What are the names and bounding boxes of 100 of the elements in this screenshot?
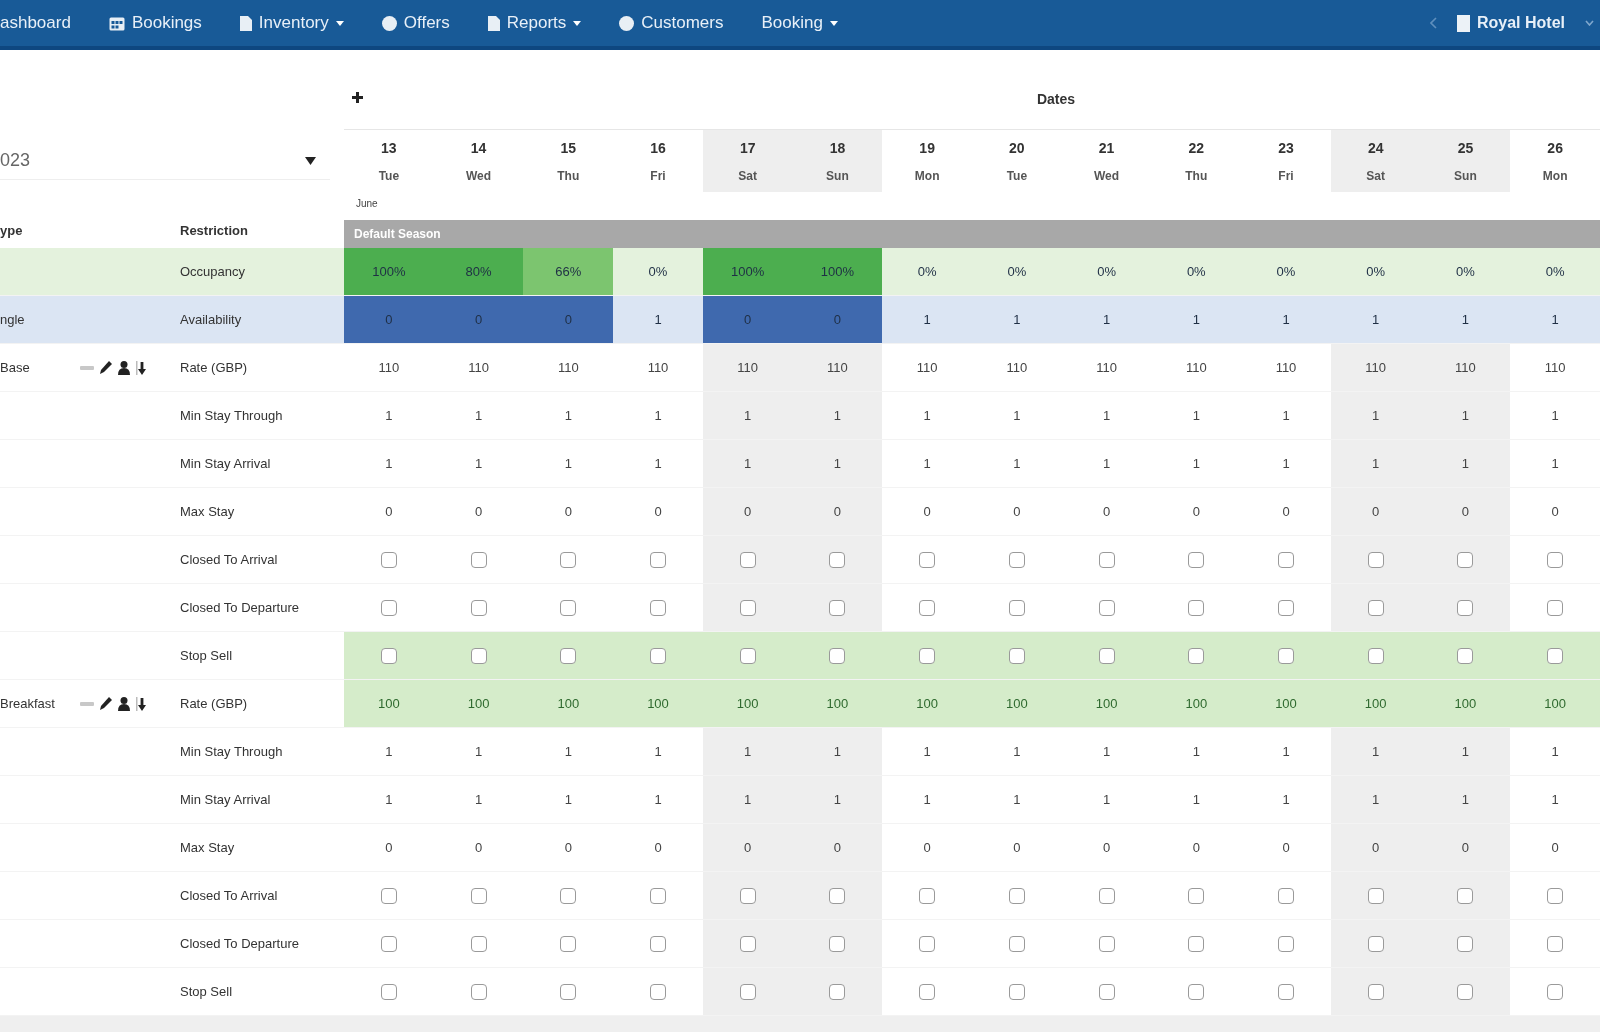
checkbox[interactable] [380,935,397,952]
plus-icon[interactable] [352,92,363,103]
checkbox[interactable] [650,887,666,904]
checkbox[interactable] [650,599,666,616]
checkbox[interactable] [1008,599,1025,616]
checkbox[interactable] [1367,551,1384,568]
checkbox[interactable] [1278,599,1294,616]
checkbox[interactable] [560,935,577,952]
checkbox[interactable] [1008,935,1025,952]
checkbox[interactable] [829,599,846,616]
checkbox[interactable] [470,647,487,664]
checkbox[interactable] [650,647,666,664]
nav-link[interactable]: Offers [381,10,450,36]
nav-link[interactable]: ashboard [0,10,71,36]
checkbox[interactable] [919,599,936,616]
checkbox[interactable] [829,983,846,1000]
checkbox[interactable] [1367,647,1384,664]
checkbox[interactable] [1457,935,1474,952]
checkbox[interactable] [560,647,577,664]
checkbox[interactable] [1098,647,1115,664]
select-field[interactable]: 023 [0,142,330,180]
checkbox[interactable] [380,647,397,664]
checkbox[interactable] [1008,551,1025,568]
checkbox[interactable] [829,551,846,568]
chevron-left-icon[interactable] [1430,17,1437,29]
checkbox[interactable] [560,551,577,568]
nav-link[interactable]: Bookings [108,10,202,36]
checkbox[interactable] [650,983,666,1000]
checkbox[interactable] [829,935,846,952]
checkbox[interactable] [829,887,846,904]
nav-link[interactable]: Reports [487,10,582,36]
checkbox[interactable] [1098,551,1115,568]
nav-link[interactable]: Booking [761,10,838,36]
checkbox[interactable] [560,887,577,904]
checkbox[interactable] [380,599,397,616]
checkbox[interactable] [919,983,936,1000]
checkbox[interactable] [1457,551,1474,568]
checkbox[interactable] [380,551,397,568]
property-link[interactable]: Royal Hotel [1457,11,1565,35]
checkbox[interactable] [470,551,487,568]
checkbox[interactable] [1188,983,1205,1000]
checkbox[interactable] [560,983,577,1000]
checkbox[interactable] [919,551,936,568]
arrow-down-icon[interactable] [136,696,148,711]
checkbox[interactable] [470,983,487,1000]
checkbox[interactable] [739,647,756,664]
pencil-icon[interactable] [100,697,112,710]
checkbox[interactable] [1188,551,1205,568]
checkbox[interactable] [1188,935,1205,952]
checkbox[interactable] [1098,935,1115,952]
checkbox[interactable] [1188,887,1205,904]
checkbox[interactable] [380,983,397,1000]
checkbox[interactable] [1008,647,1025,664]
checkbox[interactable] [1008,983,1025,1000]
minus-icon[interactable] [80,365,94,370]
checkbox[interactable] [1547,983,1564,1000]
checkbox[interactable] [829,647,846,664]
nav-link[interactable]: Customers [619,10,724,36]
checkbox[interactable] [470,599,487,616]
checkbox[interactable] [380,887,397,904]
checkbox[interactable] [1367,599,1384,616]
checkbox[interactable] [1547,887,1564,904]
checkbox[interactable] [1547,647,1564,664]
checkbox[interactable] [1457,887,1474,904]
checkbox[interactable] [1367,887,1384,904]
user-icon[interactable] [118,696,130,711]
checkbox[interactable] [1188,647,1205,664]
checkbox[interactable] [1278,551,1294,568]
minus-icon[interactable] [80,701,94,706]
checkbox[interactable] [919,887,936,904]
checkbox[interactable] [1188,599,1205,616]
checkbox[interactable] [650,551,666,568]
chevron-down-icon[interactable] [1585,20,1594,26]
checkbox[interactable] [919,935,936,952]
checkbox[interactable] [1098,983,1115,1000]
checkbox[interactable] [470,887,487,904]
arrow-down-icon[interactable] [136,360,148,375]
checkbox[interactable] [1547,935,1564,952]
checkbox[interactable] [1098,887,1115,904]
checkbox[interactable] [739,887,756,904]
checkbox[interactable] [739,599,756,616]
checkbox[interactable] [1547,551,1564,568]
checkbox[interactable] [470,935,487,952]
checkbox[interactable] [1008,887,1025,904]
checkbox[interactable] [739,935,756,952]
checkbox[interactable] [560,599,577,616]
nav-link[interactable]: Inventory [239,10,344,36]
checkbox[interactable] [1547,599,1564,616]
pencil-icon[interactable] [100,361,112,374]
checkbox[interactable] [1367,983,1384,1000]
checkbox[interactable] [650,935,666,952]
checkbox[interactable] [1278,935,1294,952]
checkbox[interactable] [1278,647,1294,664]
checkbox[interactable] [739,983,756,1000]
checkbox[interactable] [739,551,756,568]
user-icon[interactable] [118,360,130,375]
checkbox[interactable] [1457,599,1474,616]
checkbox[interactable] [1098,599,1115,616]
checkbox[interactable] [1457,647,1474,664]
checkbox[interactable] [1278,983,1294,1000]
